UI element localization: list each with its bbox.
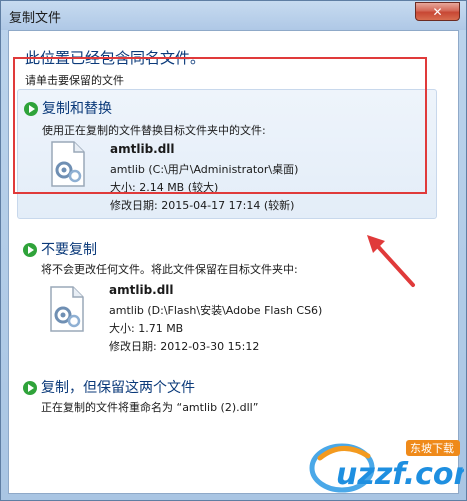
file-name: amtlib.dll — [109, 283, 174, 297]
uzzf-watermark-logo: uzzf.com 东坡下载 — [309, 440, 464, 493]
window-title: 复制文件 — [9, 11, 62, 26]
file-size: 大小: 1.71 MB — [109, 322, 184, 335]
file-modified: 修改日期: 2012-03-30 15:12 — [109, 340, 260, 353]
file-modified: 修改日期: 2015-04-17 17:14 (较新) — [110, 199, 295, 212]
close-icon: ✕ — [432, 4, 443, 19]
option-title: 复制，但保留这两个文件 — [41, 380, 195, 396]
option-keep-both[interactable]: 复制，但保留这两个文件 正在复制的文件将重命名为 “amtlib (2).dll… — [17, 375, 437, 415]
dll-file-icon — [50, 286, 84, 332]
title-bar: 复制文件 ✕ — [1, 1, 466, 30]
green-arrow-icon — [23, 243, 37, 257]
option-title: 不要复制 — [41, 242, 97, 258]
option-description: 正在复制的文件将重命名为 “amtlib (2).dll” — [41, 401, 259, 414]
dialog-window: 复制文件 ✕ 此位置已经包含同名文件。 请单击要保留的文件 复制和替换 使用正在… — [0, 0, 467, 501]
highlight-box — [13, 57, 427, 194]
svg-text:uzzf.com: uzzf.com — [336, 457, 464, 492]
green-arrow-icon — [23, 381, 37, 395]
option-description: 将不会更改任何文件。将此文件保留在目标文件夹中: — [41, 263, 298, 276]
svg-text:东坡下载: 东坡下载 — [410, 442, 454, 455]
file-location: amtlib (D:\Flash\安装\Adobe Flash CS6) — [109, 304, 323, 317]
close-button[interactable]: ✕ — [415, 2, 460, 21]
annotation-arrow-icon — [367, 235, 415, 287]
